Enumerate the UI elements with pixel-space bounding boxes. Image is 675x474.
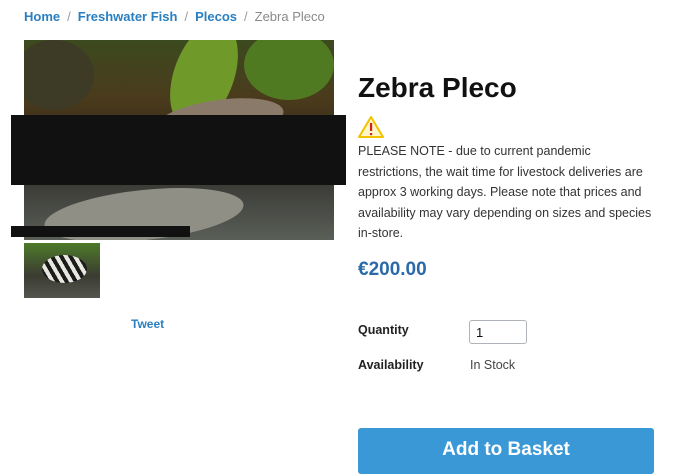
availability-status: In Stock: [470, 358, 516, 372]
product-title: Zebra Pleco: [358, 72, 517, 103]
quantity-input[interactable]: [469, 320, 527, 344]
breadcrumb-plecos-link[interactable]: Plecos: [195, 9, 237, 24]
breadcrumb-separator: /: [67, 9, 71, 24]
product-price: €200.00: [358, 259, 427, 280]
breadcrumb: Home / Freshwater Fish / Plecos / Zebra Pleco: [24, 9, 325, 24]
breadcrumb-current: Zebra Pleco: [254, 9, 325, 24]
breadcrumb-freshwater-fish-link[interactable]: Freshwater Fish: [78, 9, 178, 24]
breadcrumb-home-link[interactable]: Home: [24, 9, 60, 24]
breadcrumb-separator: /: [244, 9, 248, 24]
delivery-notice: PLEASE NOTE - due to current pandemic re…: [358, 144, 652, 241]
warning-icon: [358, 116, 384, 138]
breadcrumb-separator: /: [184, 9, 189, 24]
quantity-label: Quantity: [358, 323, 409, 337]
tweet-link[interactable]: Tweet: [131, 317, 164, 331]
product-thumbnail[interactable]: [24, 243, 100, 298]
add-to-basket-button[interactable]: Add to Basket: [358, 428, 654, 474]
redaction-bar: [11, 115, 346, 185]
redaction-bar: [11, 226, 190, 237]
availability-label: Availability: [358, 358, 424, 372]
